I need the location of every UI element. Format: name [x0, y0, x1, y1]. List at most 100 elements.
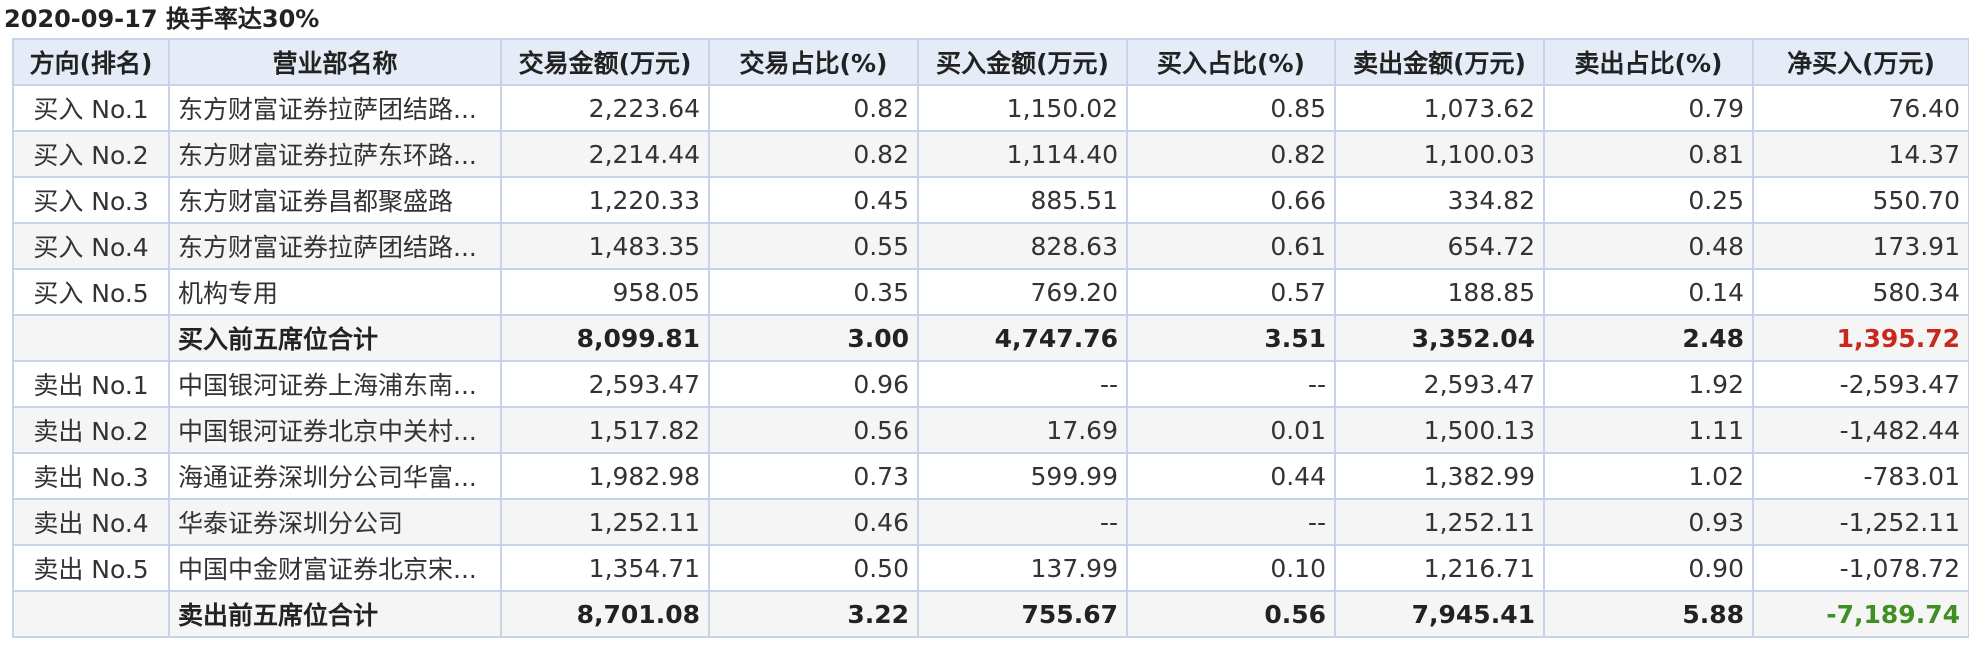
trade-amount-cell: 1,982.98	[500, 452, 710, 500]
branch-name-cell[interactable]: 东方财富证券拉萨东环路...	[168, 130, 502, 178]
trade-amount-cell: 2,223.64	[500, 84, 710, 132]
col-header-trade-ratio[interactable]: 交易占比(%)	[708, 38, 919, 86]
branch-name-cell[interactable]: 东方财富证券昌都聚盛路	[168, 176, 502, 224]
buy-amount-cell: 1,114.40	[917, 130, 1128, 178]
net-buy-cell: -2,593.47	[1752, 360, 1969, 408]
direction-cell: 买入 No.3	[12, 176, 170, 224]
net-buy-cell: -1,252.11	[1752, 498, 1969, 546]
buy-ratio-cell: 0.10	[1126, 544, 1336, 592]
sell-amount-cell: 654.72	[1334, 222, 1545, 270]
table-body: 买入 No.1 东方财富证券拉萨团结路... 2,223.64 0.82 1,150.0…	[12, 84, 1969, 638]
table-row: 买入 No.1 东方财富证券拉萨团结路... 2,223.64 0.82 1,150.0…	[12, 84, 1969, 132]
buy-amount-cell: --	[917, 498, 1128, 546]
sell-ratio-cell: 5.88	[1543, 590, 1754, 638]
direction-cell: 买入 No.5	[12, 268, 170, 316]
direction-cell: 卖出 No.5	[12, 544, 170, 592]
branch-name-cell[interactable]: 东方财富证券拉萨团结路...	[168, 222, 502, 270]
direction-cell	[12, 590, 170, 638]
sell-amount-cell: 188.85	[1334, 268, 1545, 316]
trade-amount-cell: 1,252.11	[500, 498, 710, 546]
sell-amount-cell: 1,216.71	[1334, 544, 1545, 592]
branch-name-cell: 卖出前五席位合计	[168, 590, 502, 638]
net-buy-cell: 550.70	[1752, 176, 1969, 224]
trade-ratio-cell: 0.55	[708, 222, 919, 270]
buy-ratio-cell: 0.85	[1126, 84, 1336, 132]
col-header-sell-amount[interactable]: 卖出金额(万元)	[1334, 38, 1545, 86]
table-row: 买入 No.3 东方财富证券昌都聚盛路 1,220.33 0.45 885.51 0.66…	[12, 176, 1969, 224]
net-buy-cell: 580.34	[1752, 268, 1969, 316]
trade-amount-cell: 1,354.71	[500, 544, 710, 592]
branch-name-cell[interactable]: 中国中金财富证券北京宋...	[168, 544, 502, 592]
table-row: 买入 No.5 机构专用 958.05 0.35 769.20 0.57 188.85 0.1…	[12, 268, 1969, 316]
net-buy-cell: -1,482.44	[1752, 406, 1969, 454]
net-buy-cell: 1,395.72	[1752, 314, 1969, 362]
buy-amount-cell: 137.99	[917, 544, 1128, 592]
table-total-row: 买入前五席位合计 8,099.81 3.00 4,747.76 3.51 3,352.04…	[12, 314, 1969, 362]
trade-amount-cell: 1,483.35	[500, 222, 710, 270]
trade-amount-cell: 1,517.82	[500, 406, 710, 454]
trade-ratio-cell: 0.96	[708, 360, 919, 408]
sell-ratio-cell: 0.93	[1543, 498, 1754, 546]
col-header-buy-amount[interactable]: 买入金额(万元)	[917, 38, 1128, 86]
trade-ratio-cell: 0.50	[708, 544, 919, 592]
buy-ratio-cell: --	[1126, 360, 1336, 408]
trade-ratio-cell: 0.35	[708, 268, 919, 316]
table-header-row: 方向(排名) 营业部名称 交易金额(万元) 交易占比(%) 买入金额(万元) 买…	[12, 38, 1969, 86]
trade-amount-cell: 8,099.81	[500, 314, 710, 362]
buy-amount-cell: 755.67	[917, 590, 1128, 638]
sell-amount-cell: 1,500.13	[1334, 406, 1545, 454]
col-header-buy-ratio[interactable]: 买入占比(%)	[1126, 38, 1336, 86]
direction-cell	[12, 314, 170, 362]
col-header-net-buy[interactable]: 净买入(万元)	[1752, 38, 1969, 86]
buy-ratio-cell: 0.66	[1126, 176, 1336, 224]
branch-name-cell[interactable]: 东方财富证券拉萨团结路...	[168, 84, 502, 132]
net-buy-cell: 76.40	[1752, 84, 1969, 132]
trade-amount-cell: 2,593.47	[500, 360, 710, 408]
trade-amount-cell: 958.05	[500, 268, 710, 316]
buy-amount-cell: 828.63	[917, 222, 1128, 270]
direction-cell: 买入 No.1	[12, 84, 170, 132]
col-header-sell-ratio[interactable]: 卖出占比(%)	[1543, 38, 1754, 86]
trade-amount-cell: 8,701.08	[500, 590, 710, 638]
buy-ratio-cell: 3.51	[1126, 314, 1336, 362]
table-row: 买入 No.4 东方财富证券拉萨团结路... 1,483.35 0.55 828.63 0…	[12, 222, 1969, 270]
col-header-branch-name[interactable]: 营业部名称	[168, 38, 502, 86]
branch-name-cell[interactable]: 海通证券深圳分公司华富...	[168, 452, 502, 500]
table-row: 卖出 No.3 海通证券深圳分公司华富... 1,982.98 0.73 599.99 0…	[12, 452, 1969, 500]
sell-amount-cell: 7,945.41	[1334, 590, 1545, 638]
sell-amount-cell: 2,593.47	[1334, 360, 1545, 408]
table-total-row: 卖出前五席位合计 8,701.08 3.22 755.67 0.56 7,945.41 5.…	[12, 590, 1969, 638]
branch-name-cell[interactable]: 中国银河证券北京中关村...	[168, 406, 502, 454]
table-row: 卖出 No.1 中国银河证券上海浦东南... 2,593.47 0.96 -- -- 2,5…	[12, 360, 1969, 408]
buy-ratio-cell: 0.61	[1126, 222, 1336, 270]
sell-ratio-cell: 0.79	[1543, 84, 1754, 132]
sell-ratio-cell: 0.81	[1543, 130, 1754, 178]
buy-amount-cell: 599.99	[917, 452, 1128, 500]
table-row: 卖出 No.2 中国银河证券北京中关村... 1,517.82 0.56 17.69 0.…	[12, 406, 1969, 454]
trade-ratio-cell: 0.82	[708, 130, 919, 178]
buy-amount-cell: 4,747.76	[917, 314, 1128, 362]
direction-cell: 卖出 No.3	[12, 452, 170, 500]
col-header-trade-amount[interactable]: 交易金额(万元)	[500, 38, 710, 86]
branch-name-cell[interactable]: 华泰证券深圳分公司	[168, 498, 502, 546]
trade-ratio-cell: 0.45	[708, 176, 919, 224]
net-buy-cell: -7,189.74	[1752, 590, 1969, 638]
net-buy-cell: 173.91	[1752, 222, 1969, 270]
dragon-tiger-table: 方向(排名) 营业部名称 交易金额(万元) 交易占比(%) 买入金额(万元) 买…	[12, 38, 1969, 638]
buy-ratio-cell: 0.44	[1126, 452, 1336, 500]
sell-ratio-cell: 0.14	[1543, 268, 1754, 316]
sell-amount-cell: 3,352.04	[1334, 314, 1545, 362]
net-buy-cell: -783.01	[1752, 452, 1969, 500]
net-buy-cell: -1,078.72	[1752, 544, 1969, 592]
trade-ratio-cell: 3.22	[708, 590, 919, 638]
buy-ratio-cell: 0.57	[1126, 268, 1336, 316]
col-header-direction[interactable]: 方向(排名)	[12, 38, 170, 86]
sell-ratio-cell: 0.25	[1543, 176, 1754, 224]
trade-ratio-cell: 0.56	[708, 406, 919, 454]
direction-cell: 买入 No.2	[12, 130, 170, 178]
sell-ratio-cell: 1.92	[1543, 360, 1754, 408]
trade-ratio-cell: 0.46	[708, 498, 919, 546]
branch-name-cell[interactable]: 机构专用	[168, 268, 502, 316]
branch-name-cell[interactable]: 中国银河证券上海浦东南...	[168, 360, 502, 408]
buy-ratio-cell: 0.56	[1126, 590, 1336, 638]
